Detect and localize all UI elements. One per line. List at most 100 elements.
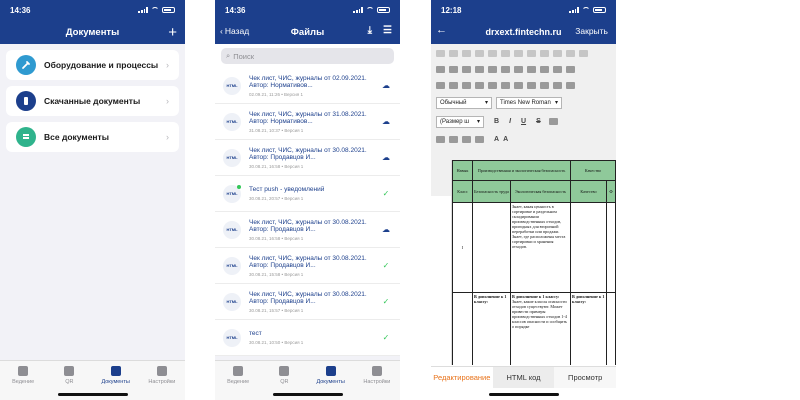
- dropdown-arrow-icon: ▾: [484, 100, 488, 106]
- textfield-icon[interactable]: [501, 81, 510, 89]
- card-all-documents[interactable]: Все документы ›: [6, 122, 179, 152]
- align-center-icon[interactable]: [449, 135, 458, 143]
- table-icon[interactable]: [553, 65, 562, 73]
- form-icon[interactable]: [462, 81, 471, 89]
- style-select[interactable]: Обычный ▾: [436, 96, 492, 109]
- textarea-icon[interactable]: [514, 81, 523, 89]
- outdent-icon[interactable]: [462, 65, 471, 73]
- search-input[interactable]: ⌕ Поиск: [221, 48, 394, 64]
- editor-screen: 12:18 ← drxext.fintechn.ru Закрыть Обычн…: [431, 0, 616, 400]
- grid-icon[interactable]: [449, 81, 458, 89]
- code-icon[interactable]: [566, 81, 575, 89]
- paste-word-icon[interactable]: [488, 49, 497, 57]
- italic-icon[interactable]: I: [509, 118, 511, 125]
- cut-icon[interactable]: [436, 49, 445, 57]
- card-label: Все документы: [44, 132, 109, 142]
- tab-html-code[interactable]: HTML код: [492, 367, 555, 388]
- bullet-list-icon[interactable]: [449, 65, 458, 73]
- home-indicator: [489, 393, 559, 396]
- align-right-icon[interactable]: [462, 135, 471, 143]
- hr-icon[interactable]: [566, 65, 575, 73]
- text-color-icon[interactable]: A: [494, 136, 499, 143]
- select-all-icon[interactable]: [553, 49, 562, 57]
- cloud-download-icon[interactable]: ☁: [380, 225, 392, 234]
- file-row[interactable]: HTML тест 30.08.21, 10:50 • Версия 1 ✓: [215, 320, 400, 356]
- card-downloaded[interactable]: Скачанные документы ›: [6, 86, 179, 116]
- copy-icon[interactable]: [449, 49, 458, 57]
- html-file-icon: HTML: [223, 292, 241, 311]
- file-row[interactable]: HTML Чек лист, ЧИС, журналы от 30.08.2021…: [215, 284, 400, 320]
- wifi-icon: [582, 7, 590, 13]
- tab-checklist[interactable]: Ведение: [3, 366, 43, 400]
- size-select[interactable]: (Размер ш ▾: [436, 115, 484, 128]
- video-icon[interactable]: [527, 65, 536, 73]
- file-row[interactable]: HTML Чек лист, ЧИС, журналы от 02.09.2021…: [215, 68, 400, 104]
- home-indicator: [58, 393, 128, 396]
- html-file-icon: HTML: [223, 328, 241, 347]
- tab-preview[interactable]: Просмотр: [554, 367, 616, 388]
- bold-icon[interactable]: B: [494, 118, 499, 125]
- strikethrough-icon[interactable]: S: [536, 118, 541, 125]
- table-subheader-cell: Безопасность труда: [472, 180, 511, 203]
- subscript-icon[interactable]: [566, 49, 575, 57]
- unlink-icon[interactable]: [501, 65, 510, 73]
- font-select[interactable]: Times New Roman ▾: [496, 96, 562, 109]
- image-icon[interactable]: [514, 65, 523, 73]
- file-row[interactable]: HTML Тест push - уведомлений 30.08.21, 20:…: [215, 176, 400, 212]
- cloud-download-icon[interactable]: ☁: [380, 81, 392, 90]
- cloud-download-icon[interactable]: ☁: [380, 153, 392, 162]
- spellcheck-icon[interactable]: [553, 81, 562, 89]
- numbered-list-icon[interactable]: [436, 65, 445, 73]
- file-row[interactable]: HTML Чек лист, ЧИС, журналы от 31.08.2021…: [215, 104, 400, 140]
- file-meta: 30.08.21, 16:58 • Версия 1: [249, 235, 304, 241]
- file-info: Чек лист, ЧИС, журналы от 30.08.2021. Ав…: [249, 291, 380, 313]
- check-circle-icon: ✓: [382, 189, 390, 198]
- undo-icon[interactable]: [501, 49, 510, 57]
- tab-edit[interactable]: Редактирование: [431, 367, 493, 388]
- card-equipment[interactable]: Оборудование и процессы ›: [6, 50, 179, 80]
- paste-text-icon[interactable]: [475, 49, 484, 57]
- link-icon[interactable]: [488, 65, 497, 73]
- toolbar-row: (Размер ш ▾ B I U S: [436, 115, 611, 128]
- file-row[interactable]: HTML Чек лист, ЧИС, журналы от 30.08.2021…: [215, 248, 400, 284]
- documents-screen: 14:36 Документы + Оборудование и процесс…: [0, 0, 185, 400]
- back-button[interactable]: ‹ Назад: [220, 26, 249, 36]
- box-icon[interactable]: [436, 81, 445, 89]
- align-left-icon[interactable]: [436, 135, 445, 143]
- indent-icon[interactable]: [475, 65, 484, 73]
- download-icon[interactable]: ⤓: [368, 25, 372, 36]
- table-subheader-cell: Качество: [570, 180, 607, 203]
- file-row[interactable]: HTML Чек лист, ЧИС, журналы от 30.08.2021…: [215, 212, 400, 248]
- toolbar-row: Обычный ▾ Times New Roman ▾: [436, 96, 611, 109]
- close-button[interactable]: Закрыть: [575, 26, 608, 36]
- tab-label: Ведение: [227, 379, 250, 385]
- paste-icon[interactable]: [462, 49, 471, 57]
- tab-settings[interactable]: Настройки: [357, 366, 397, 400]
- tab-settings[interactable]: Настройки: [142, 366, 182, 400]
- background-color-icon[interactable]: A: [503, 136, 508, 143]
- checkbox-icon[interactable]: [475, 81, 484, 89]
- redo-icon[interactable]: [514, 49, 523, 57]
- file-row[interactable]: HTML Чек лист, ЧИС, журналы от 30.08.2021…: [215, 140, 400, 176]
- gear-icon: [371, 366, 382, 376]
- filter-icon[interactable]: ☰: [383, 25, 392, 36]
- select-icon[interactable]: [527, 81, 536, 89]
- html-file-icon: HTML: [223, 112, 241, 131]
- chevron-left-icon: ‹: [220, 26, 223, 36]
- add-icon[interactable]: +: [168, 24, 177, 41]
- underline-icon[interactable]: U: [521, 118, 526, 125]
- table-cell: [472, 202, 511, 293]
- radio-icon[interactable]: [488, 81, 497, 89]
- replace-icon[interactable]: [540, 49, 549, 57]
- back-arrow-icon[interactable]: ←: [436, 24, 447, 36]
- media-icon[interactable]: [540, 65, 549, 73]
- status-icons: [138, 7, 175, 13]
- find-icon[interactable]: [527, 49, 536, 57]
- remove-format-icon[interactable]: [548, 118, 558, 125]
- document-content[interactable]: Навык Производственная и экологическая б…: [451, 160, 616, 365]
- superscript-icon[interactable]: [579, 49, 588, 57]
- justify-icon[interactable]: [475, 135, 484, 143]
- tab-checklist[interactable]: Ведение: [218, 366, 258, 400]
- cloud-download-icon[interactable]: ☁: [380, 117, 392, 126]
- button-icon[interactable]: [540, 81, 549, 89]
